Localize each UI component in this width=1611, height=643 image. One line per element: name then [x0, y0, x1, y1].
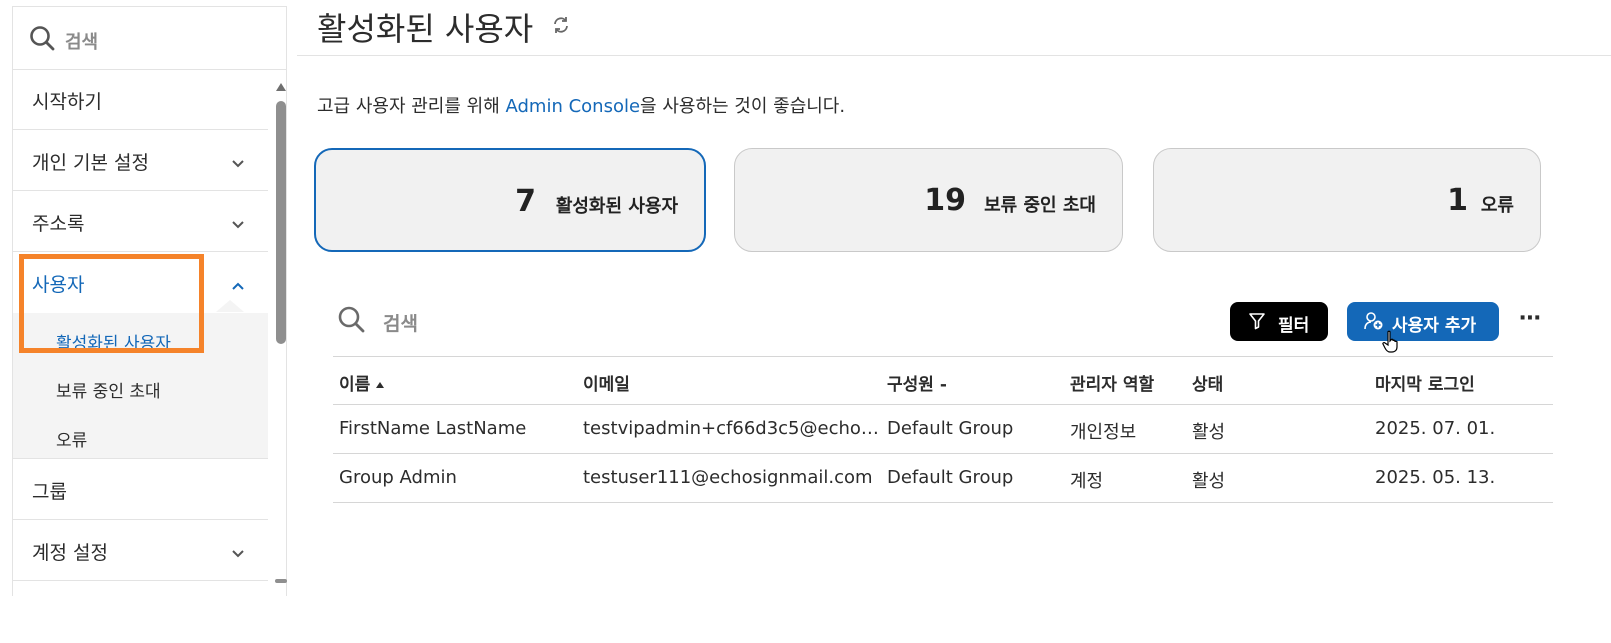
card-value: 19 — [924, 183, 966, 218]
cell-member: Default Group — [887, 467, 1014, 488]
hint-text-before: 고급 사용자 관리를 위해 — [317, 96, 506, 117]
sort-ascending-icon — [376, 382, 385, 388]
table-search-placeholder: 검색 — [383, 313, 418, 335]
admin-console-hint: 고급 사용자 관리를 위해 Admin Console을 사용하는 것이 좋습니… — [317, 92, 845, 118]
add-user-button-label: 사용자 추가 — [1392, 316, 1477, 336]
card-errors[interactable]: 1 오류 — [1153, 148, 1541, 252]
table-row[interactable]: FirstName LastName testvipadmin+cf66d3c5… — [333, 405, 1553, 454]
sidebar-item-label: 그룹 — [32, 481, 67, 503]
cell-status: 활성 — [1192, 422, 1226, 443]
sidebar-subitem-active-users[interactable]: 활성화된 사용자 — [56, 329, 171, 354]
sidebar-item-groups[interactable]: 그룹 — [13, 459, 268, 520]
sidebar-nav: 시작하기 개인 기본 설정 주소록 사용자 활성화된 사용자 보류 중인 초대 … — [13, 69, 268, 581]
sidebar-search-placeholder: 검색 — [65, 32, 99, 53]
chevron-up-icon — [231, 274, 245, 296]
chevron-down-icon — [231, 152, 245, 174]
table-header: 이름 이메일 구성원 - 관리자 역할 상태 마지막 로그인 — [333, 356, 1553, 405]
cell-admin-role: 개인정보 — [1070, 422, 1137, 443]
cell-last-login: 2025. 05. 13. — [1375, 467, 1496, 488]
scrollbar-thumb[interactable] — [276, 101, 286, 344]
sidebar-item-getting-started[interactable]: 시작하기 — [13, 69, 268, 130]
refresh-icon[interactable] — [551, 15, 571, 39]
search-icon — [337, 306, 365, 337]
cell-email: testuser111@echosignmail.com — [583, 467, 873, 488]
card-label: 오류 — [1480, 195, 1514, 216]
sidebar-item-address-book[interactable]: 주소록 — [13, 191, 268, 252]
table-search[interactable]: 검색 — [337, 305, 418, 337]
sidebar-item-label: 사용자 — [32, 274, 85, 296]
sidebar-item-label: 시작하기 — [32, 91, 102, 113]
cell-last-login: 2025. 07. 01. — [1375, 418, 1496, 439]
search-icon — [29, 25, 55, 55]
sidebar-subitem-errors[interactable]: 오류 — [56, 426, 87, 451]
cell-name: FirstName LastName — [339, 418, 527, 439]
sidebar-item-label: 계정 설정 — [32, 542, 108, 564]
submenu-notch — [216, 300, 244, 312]
admin-console-link[interactable]: Admin Console — [506, 96, 641, 117]
sidebar: 검색 시작하기 개인 기본 설정 주소록 사용자 활성화된 사용자 보류 중인 … — [12, 6, 287, 596]
scroll-down-arrow-icon[interactable] — [275, 579, 287, 583]
card-value: 1 — [1447, 183, 1468, 218]
sidebar-subnav-users: 활성화된 사용자 보류 중인 초대 오류 — [13, 313, 268, 459]
chevron-down-icon — [231, 542, 245, 564]
sidebar-item-label: 개인 기본 설정 — [32, 152, 149, 174]
filter-icon — [1248, 312, 1266, 335]
card-label: 보류 중인 초대 — [984, 195, 1096, 216]
page-title: 활성화된 사용자 — [317, 10, 534, 48]
sidebar-item-label: 주소록 — [32, 213, 85, 235]
column-header-email[interactable]: 이메일 — [583, 370, 630, 395]
column-header-admin-role[interactable]: 관리자 역할 — [1070, 370, 1154, 395]
filter-button-label: 필터 — [1278, 316, 1310, 336]
card-value: 7 — [515, 184, 536, 219]
column-header-name[interactable]: 이름 — [339, 370, 385, 395]
column-header-status[interactable]: 상태 — [1192, 370, 1223, 395]
sidebar-item-account-settings[interactable]: 계정 설정 — [13, 520, 268, 581]
cell-name: Group Admin — [339, 467, 457, 488]
main-content: 활성화된 사용자 고급 사용자 관리를 위해 Admin Console을 사용… — [297, 0, 1611, 643]
users-table: 이름 이메일 구성원 - 관리자 역할 상태 마지막 로그인 FirstName… — [333, 356, 1553, 503]
column-header-last-login[interactable]: 마지막 로그인 — [1375, 370, 1475, 395]
cell-member: Default Group — [887, 418, 1014, 439]
table-row[interactable]: Group Admin testuser111@echosignmail.com… — [333, 454, 1553, 503]
sidebar-subitem-pending-invites[interactable]: 보류 중인 초대 — [56, 377, 161, 402]
hint-text-after: 을 사용하는 것이 좋습니다. — [640, 96, 846, 117]
title-bar: 활성화된 사용자 — [297, 0, 1611, 56]
card-active-users[interactable]: 7 활성화된 사용자 — [314, 148, 706, 252]
scroll-up-arrow-icon[interactable] — [276, 83, 286, 91]
hand-cursor-icon — [1382, 330, 1400, 358]
cell-status: 활성 — [1192, 471, 1226, 492]
filter-button[interactable]: 필터 — [1230, 302, 1328, 341]
add-user-button[interactable]: 사용자 추가 — [1347, 302, 1499, 341]
column-header-member[interactable]: 구성원 - — [887, 370, 947, 395]
cell-admin-role: 계정 — [1070, 471, 1104, 492]
more-options-button[interactable]: ⋯ — [1519, 306, 1542, 331]
sidebar-item-personal-preferences[interactable]: 개인 기본 설정 — [13, 130, 268, 191]
cell-email: testvipadmin+cf66d3c5@echosign... — [583, 418, 879, 439]
card-label: 활성화된 사용자 — [555, 196, 678, 217]
chevron-down-icon — [231, 213, 245, 235]
sidebar-scrollbar[interactable] — [275, 79, 287, 589]
card-pending-invites[interactable]: 19 보류 중인 초대 — [734, 148, 1123, 252]
sidebar-search[interactable]: 검색 — [13, 7, 286, 70]
